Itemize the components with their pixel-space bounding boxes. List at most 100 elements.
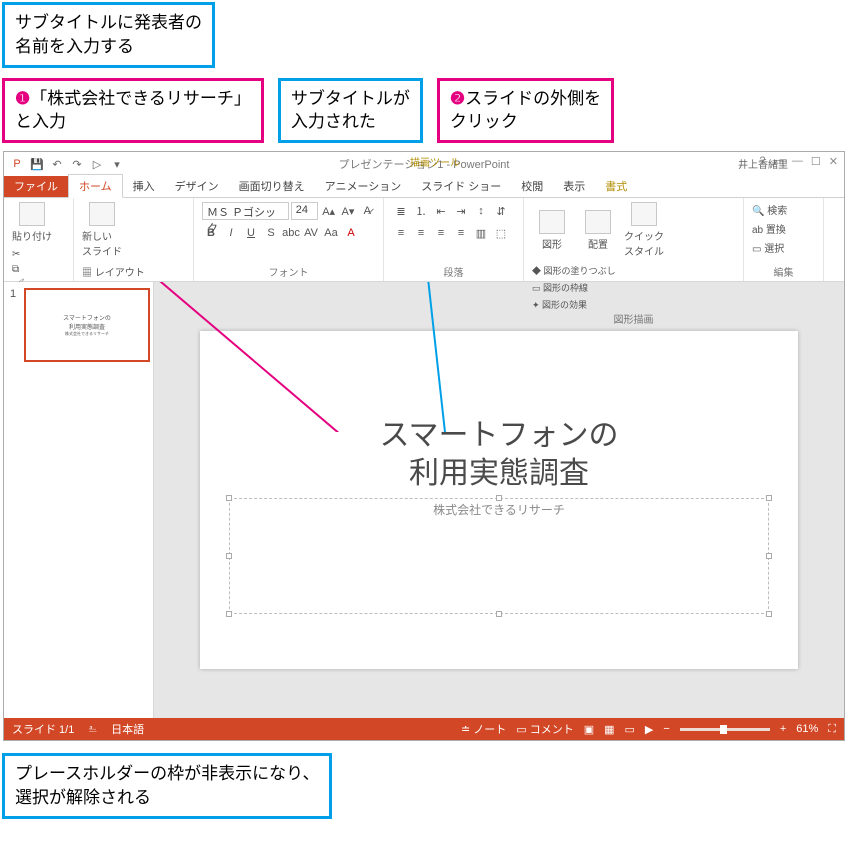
grow-font-icon[interactable]: A▴: [320, 202, 337, 220]
zoom-out-icon[interactable]: −: [663, 723, 669, 735]
normal-view-icon[interactable]: ▣: [584, 723, 594, 736]
slide-thumbnail-1[interactable]: スマートフォンの 利用実態調査 株式会社できるリサーチ: [24, 288, 150, 362]
tab-review[interactable]: 校閲: [511, 175, 553, 197]
tab-animations[interactable]: アニメーション: [315, 175, 412, 197]
slide-thumbnail-panel: 1 スマートフォンの 利用実態調査 株式会社できるリサーチ: [4, 282, 154, 718]
columns-button[interactable]: ▥: [472, 224, 490, 242]
align-right-button[interactable]: ≡: [432, 224, 450, 242]
subtitle-text[interactable]: 株式会社できるリサーチ: [433, 501, 565, 518]
shadow-button[interactable]: abc: [282, 224, 300, 242]
comments-button[interactable]: ▭ コメント: [516, 721, 573, 737]
tab-home[interactable]: ホーム: [68, 174, 123, 198]
maximize-icon[interactable]: ☐: [811, 155, 821, 168]
subtitle-placeholder[interactable]: 株式会社できるリサーチ: [229, 498, 769, 614]
copy-icon[interactable]: ⧉: [12, 264, 25, 275]
status-language[interactable]: 日本語: [111, 721, 144, 737]
resize-handle-lc[interactable]: [226, 553, 232, 559]
callout-top-instruction: サブタイトルに発表者の 名前を入力する: [2, 2, 215, 68]
notes-button[interactable]: ≐ ノート: [461, 721, 506, 737]
callout-step-2: ❷スライドの外側を クリック: [437, 78, 614, 144]
align-left-button[interactable]: ≡: [392, 224, 410, 242]
quick-styles-label: クイック スタイル: [624, 228, 664, 258]
new-slide-button[interactable]: 新しい スライド: [82, 202, 122, 258]
arrange-label: 配置: [588, 236, 608, 251]
justify-button[interactable]: ≡: [452, 224, 470, 242]
line-spacing-button[interactable]: ↕: [472, 202, 490, 220]
callout-subtitle-entered: サブタイトルが 入力された: [278, 78, 423, 144]
char-spacing-button[interactable]: AV: [302, 224, 320, 242]
resize-handle-tr[interactable]: [766, 495, 772, 501]
numbering-button[interactable]: ⒈: [412, 202, 430, 220]
shapes-button[interactable]: 図形: [532, 210, 572, 251]
font-color-button[interactable]: A: [342, 224, 360, 242]
slide[interactable]: スマートフォンの 利用実態調査 株式会社できるリサーチ: [200, 331, 798, 669]
slideshow-view-icon[interactable]: ▶: [645, 723, 653, 736]
decrease-indent-button[interactable]: ⇤: [432, 202, 450, 220]
select-button[interactable]: ▭ 選択: [752, 240, 787, 255]
thumb-title-2: 利用実態調査: [69, 322, 105, 331]
tab-view[interactable]: 表示: [553, 175, 595, 197]
slide-title-text[interactable]: スマートフォンの 利用実態調査: [379, 417, 618, 492]
zoom-in-icon[interactable]: +: [780, 723, 786, 735]
font-size-selector[interactable]: 24: [291, 202, 318, 220]
find-button[interactable]: 🔍 検索: [752, 202, 787, 217]
tab-transitions[interactable]: 画面切り替え: [229, 175, 315, 197]
zoom-slider[interactable]: [680, 728, 770, 731]
reading-view-icon[interactable]: ▭: [625, 723, 635, 736]
bold-button[interactable]: B: [202, 224, 220, 242]
layout-button[interactable]: ▦ レイアウト: [82, 264, 145, 279]
bullets-button[interactable]: ≣: [392, 202, 410, 220]
smartart-button[interactable]: ⬚: [492, 224, 510, 242]
group-drawing: 図形 配置 クイック スタイル ◆ 図形の塗りつぶし ▭ 図形の枠線 ✦ 図形の…: [524, 198, 744, 281]
tab-insert[interactable]: 挿入: [123, 175, 165, 197]
group-editing-label: 編集: [752, 264, 815, 279]
group-paragraph-label: 段落: [392, 264, 515, 279]
change-case-button[interactable]: Aa: [322, 224, 340, 242]
sorter-view-icon[interactable]: ▦: [604, 723, 614, 736]
underline-button[interactable]: U: [242, 224, 260, 242]
zoom-slider-thumb[interactable]: [720, 725, 727, 734]
resize-handle-tc[interactable]: [496, 495, 502, 501]
tab-file[interactable]: ファイル: [4, 175, 68, 197]
strike-button[interactable]: S: [262, 224, 280, 242]
signed-in-user[interactable]: 井上香緒里: [738, 156, 788, 171]
new-slide-icon: [89, 202, 115, 226]
tab-format[interactable]: 書式: [595, 175, 637, 197]
clear-format-icon[interactable]: A̷: [359, 202, 376, 220]
shape-fill-button[interactable]: ◆ 図形の塗りつぶし: [532, 264, 616, 277]
group-slides: 新しい スライド ▦ レイアウト ↺ リセット ▤ セクション スライド: [74, 198, 194, 281]
paste-label: 貼り付け: [12, 228, 52, 243]
tab-design[interactable]: デザイン: [165, 175, 229, 197]
replace-label: 置換: [766, 225, 786, 236]
close-icon[interactable]: ✕: [829, 155, 838, 168]
increase-indent-button[interactable]: ⇥: [452, 202, 470, 220]
group-clipboard: 貼り付け ✂ ⧉ 🖌 クリップボード: [4, 198, 74, 281]
tab-slideshow[interactable]: スライド ショー: [411, 175, 511, 197]
spellcheck-icon[interactable]: ⎁: [88, 723, 97, 736]
italic-button[interactable]: I: [222, 224, 240, 242]
text-direction-button[interactable]: ⇵: [492, 202, 510, 220]
shrink-font-icon[interactable]: A▾: [339, 202, 356, 220]
thumb-subtitle: 株式会社できるリサーチ: [65, 331, 109, 337]
fit-window-icon[interactable]: ⛶: [828, 723, 836, 736]
resize-handle-bc[interactable]: [496, 611, 502, 617]
arrange-icon: [585, 210, 611, 234]
resize-handle-bl[interactable]: [226, 611, 232, 617]
align-center-button[interactable]: ≡: [412, 224, 430, 242]
zoom-percent[interactable]: 61%: [796, 723, 818, 735]
resize-handle-tl[interactable]: [226, 495, 232, 501]
cut-icon[interactable]: ✂: [12, 249, 25, 260]
select-label: 選択: [764, 244, 784, 255]
font-family-selector[interactable]: ＭＳ Ｐゴシック: [202, 202, 289, 220]
paste-icon: [19, 202, 45, 226]
replace-button[interactable]: ab 置換: [752, 221, 787, 236]
resize-handle-br[interactable]: [766, 611, 772, 617]
resize-handle-rc[interactable]: [766, 553, 772, 559]
quick-styles-button[interactable]: クイック スタイル: [624, 202, 664, 258]
paste-button[interactable]: 貼り付け: [12, 202, 52, 243]
slide-canvas-area[interactable]: スマートフォンの 利用実態調査 株式会社できるリサーチ: [154, 282, 844, 718]
minimize-icon[interactable]: —: [792, 155, 803, 168]
powerpoint-window: P 💾 ↶ ↷ ▷ ▾ プレゼンテーション1 - PowerPoint 描画ツー…: [3, 151, 845, 741]
shapes-icon: [539, 210, 565, 234]
arrange-button[interactable]: 配置: [578, 210, 618, 251]
